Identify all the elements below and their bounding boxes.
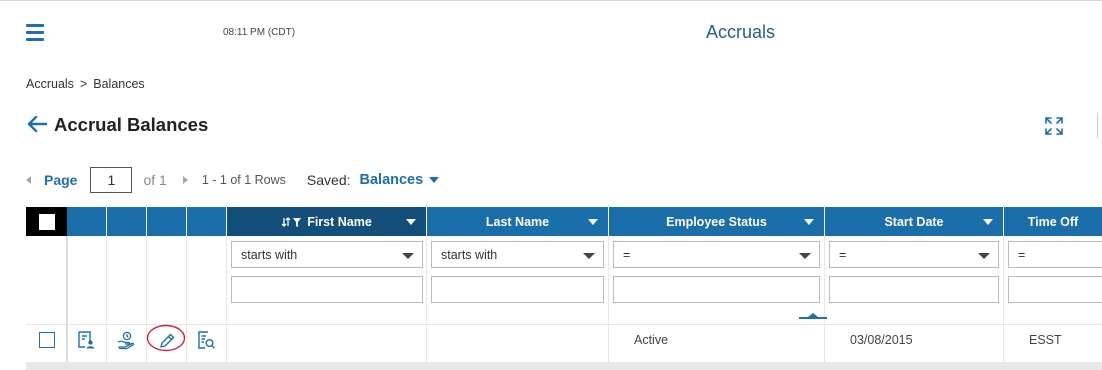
action-column-header bbox=[187, 207, 227, 236]
page-number-input[interactable] bbox=[90, 167, 133, 193]
page-count-label: of 1 bbox=[143, 172, 167, 188]
column-header-start-date[interactable]: Start Date bbox=[825, 207, 1004, 236]
column-menu-icon[interactable] bbox=[588, 219, 598, 225]
expand-icon[interactable] bbox=[1043, 115, 1065, 137]
employee-status-operator-select[interactable]: = bbox=[613, 241, 820, 268]
sort-filter-icon bbox=[281, 216, 302, 227]
breadcrumb-parent-link[interactable]: Accruals bbox=[26, 77, 74, 91]
time-off-filter-input[interactable] bbox=[1008, 276, 1102, 303]
next-page-icon[interactable] bbox=[182, 176, 188, 184]
column-header-last-name[interactable]: Last Name bbox=[427, 207, 609, 236]
select-value: starts with bbox=[441, 247, 498, 262]
action-column-header bbox=[107, 207, 147, 236]
pager: Page of 1 1 - 1 of 1 Rows Saved: Balance… bbox=[26, 166, 440, 194]
hamburger-menu-icon[interactable] bbox=[26, 24, 44, 42]
action-column-header bbox=[67, 207, 107, 236]
select-value: = bbox=[1018, 247, 1026, 262]
app-title: Accruals bbox=[706, 22, 776, 42]
action-column-header bbox=[147, 207, 187, 236]
column-header-first-name[interactable]: First Name bbox=[227, 207, 427, 236]
chevron-down-icon bbox=[978, 253, 990, 259]
filter-row: starts with starts with = = = bbox=[26, 236, 1102, 366]
sort-indicator-icon bbox=[799, 313, 827, 319]
start-date-operator-select[interactable]: = bbox=[829, 241, 999, 268]
grid-header: First Name Last Name Employee Status Sta… bbox=[26, 207, 1102, 236]
chevron-down-icon bbox=[402, 253, 414, 259]
top-divider bbox=[0, 0, 1102, 1]
column-header-label: Employee Status bbox=[666, 214, 767, 229]
column-menu-icon[interactable] bbox=[406, 219, 416, 225]
hand-coin-icon[interactable] bbox=[116, 330, 136, 350]
chevron-down-icon bbox=[583, 253, 595, 259]
breadcrumb-current: Balances bbox=[93, 77, 145, 91]
arrow-left-icon[interactable] bbox=[26, 114, 48, 134]
table-row[interactable]: Active 03/08/2015 ESST bbox=[26, 324, 1102, 362]
column-header-label: Start Date bbox=[884, 214, 944, 229]
page-title: Accrual Balances bbox=[54, 114, 209, 135]
employee-card-icon[interactable] bbox=[76, 330, 96, 350]
first-name-filter-input[interactable] bbox=[231, 276, 423, 303]
document-search-icon[interactable] bbox=[196, 330, 216, 350]
select-value: = bbox=[839, 247, 847, 262]
rows-count-label: 1 - 1 of 1 Rows bbox=[201, 173, 286, 187]
column-menu-icon[interactable] bbox=[804, 219, 814, 225]
select-value: = bbox=[623, 247, 631, 262]
column-header-label: First Name bbox=[307, 214, 372, 229]
column-menu-icon[interactable] bbox=[983, 219, 993, 225]
saved-view-label: Saved: bbox=[306, 172, 351, 188]
page-label: Page bbox=[44, 172, 78, 188]
chevron-down-icon bbox=[799, 253, 811, 259]
start-date-filter-input[interactable] bbox=[829, 276, 999, 303]
employee-status-filter-input[interactable] bbox=[613, 276, 820, 303]
last-name-operator-select[interactable]: starts with bbox=[431, 241, 604, 268]
prev-page-icon[interactable] bbox=[26, 176, 31, 184]
saved-view-dropdown[interactable]: Balances bbox=[360, 172, 440, 188]
cell-start-date: 03/08/2015 bbox=[850, 333, 913, 347]
breadcrumb: Accruals > Balances bbox=[26, 77, 145, 91]
chevron-down-icon bbox=[429, 177, 440, 183]
cell-employee-status: Active bbox=[634, 333, 669, 347]
select-all-cell bbox=[26, 207, 67, 236]
last-name-filter-input[interactable] bbox=[431, 276, 604, 303]
select-all-checkbox[interactable] bbox=[38, 213, 55, 230]
column-header-label: Time Off bbox=[1027, 214, 1079, 229]
time-off-operator-select[interactable]: = bbox=[1008, 241, 1102, 268]
select-value: starts with bbox=[241, 247, 298, 262]
pencil-edit-icon[interactable] bbox=[157, 331, 177, 351]
clock-time: 08:11 PM (CDT) bbox=[223, 27, 296, 38]
cell-time-off: ESST bbox=[1029, 333, 1062, 347]
first-name-operator-select[interactable]: starts with bbox=[231, 241, 423, 268]
horizontal-scrollbar[interactable] bbox=[26, 362, 1102, 370]
saved-view-value: Balances bbox=[359, 172, 424, 188]
toolbar-divider bbox=[1097, 114, 1098, 138]
breadcrumb-separator: > bbox=[79, 77, 88, 91]
column-header-label: Last Name bbox=[485, 214, 550, 229]
column-header-employee-status[interactable]: Employee Status bbox=[609, 207, 825, 236]
column-header-time-off[interactable]: Time Off bbox=[1004, 207, 1102, 236]
row-checkbox[interactable] bbox=[39, 332, 55, 348]
